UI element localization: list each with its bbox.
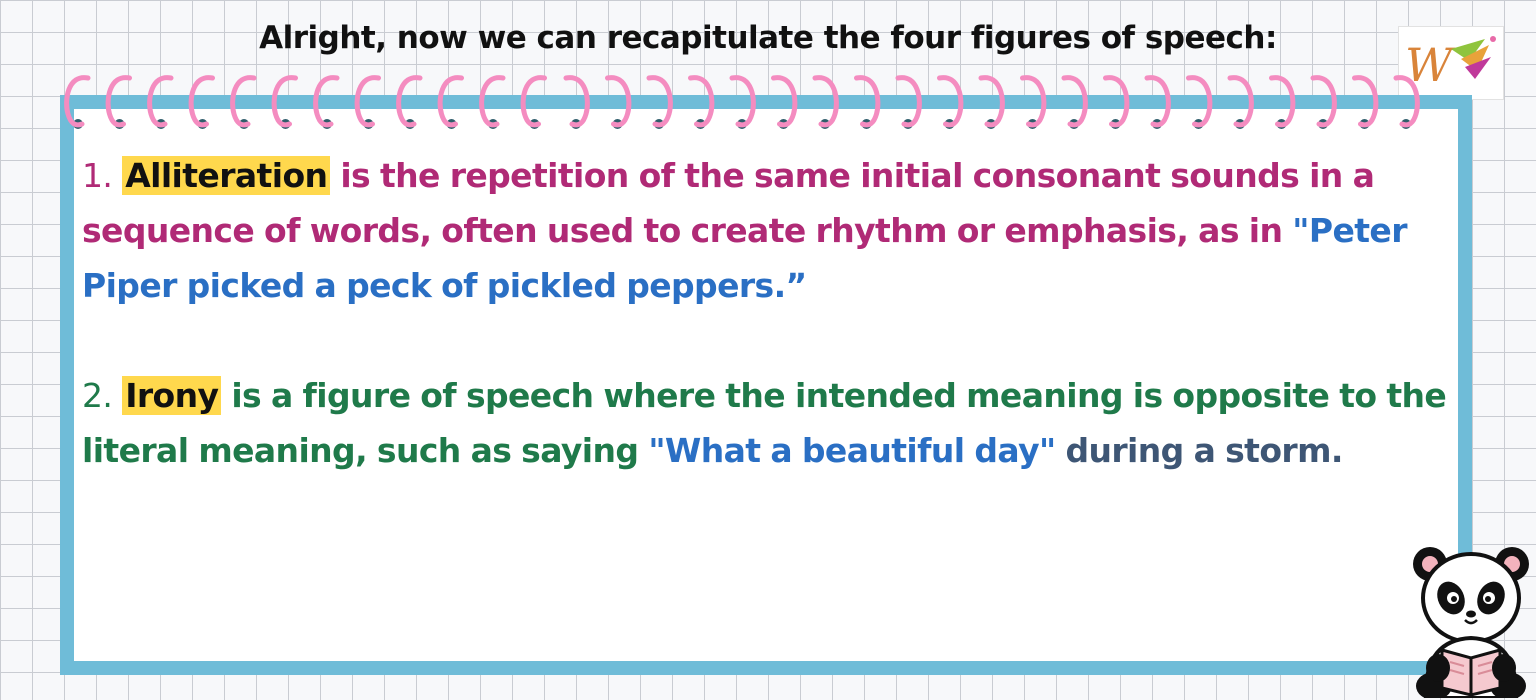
binding-ring	[854, 75, 881, 128]
binding-ring	[396, 75, 423, 128]
panda-reading-icon	[1413, 547, 1529, 698]
term-alliteration: Alliteration	[122, 156, 331, 195]
binding-ring	[895, 75, 922, 128]
binding-ring	[563, 75, 590, 128]
binding-ring	[1393, 75, 1420, 128]
binding-ring	[729, 75, 756, 128]
term-irony: Irony	[122, 376, 222, 415]
figures-content: 1. Alliteration is the repetition of the…	[82, 148, 1452, 533]
binding-ring	[688, 75, 715, 128]
binding-ring	[105, 75, 132, 128]
binding-ring	[1144, 75, 1171, 128]
binding-ring	[271, 75, 298, 128]
binding-ring	[64, 75, 91, 128]
binding-ring	[230, 75, 257, 128]
binding-ring	[354, 75, 381, 128]
binding-ring	[605, 75, 632, 128]
suffix-irony: during a storm.	[1065, 431, 1343, 470]
binding-ring	[437, 75, 464, 128]
item-irony: 2. Irony is a figure of speech where the…	[82, 368, 1452, 478]
example-irony: "What a beautiful day"	[648, 431, 1056, 470]
binding-ring	[1352, 75, 1379, 128]
page-heading: Alright, now we can recapitulate the fou…	[259, 20, 1277, 56]
binding-ring	[937, 75, 964, 128]
binding-ring	[147, 75, 174, 128]
binding-ring	[1310, 75, 1337, 128]
binding-ring	[1061, 75, 1088, 128]
binding-ring	[978, 75, 1005, 128]
spiral-binding-icon	[64, 75, 1420, 129]
binding-ring	[646, 75, 673, 128]
binding-ring	[1269, 75, 1296, 128]
binding-ring	[1020, 75, 1047, 128]
binding-ring	[1227, 75, 1254, 128]
binding-ring	[313, 75, 340, 128]
binding-ring	[771, 75, 798, 128]
item-number: 2.	[82, 376, 113, 415]
binding-ring	[1103, 75, 1130, 128]
item-alliteration: 1. Alliteration is the repetition of the…	[82, 148, 1452, 313]
item-number: 1.	[82, 156, 113, 195]
binding-ring	[479, 75, 506, 128]
binding-ring	[1186, 75, 1213, 128]
binding-ring	[520, 75, 547, 128]
binding-ring	[188, 75, 215, 128]
binding-ring	[812, 75, 839, 128]
